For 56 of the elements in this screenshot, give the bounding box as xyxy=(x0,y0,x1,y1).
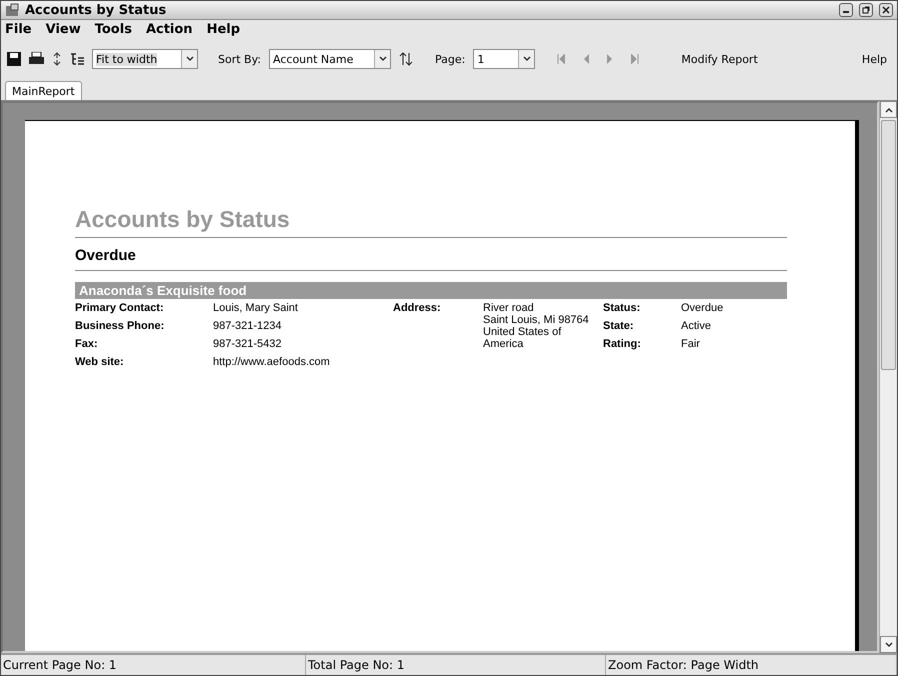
report-tab[interactable]: MainReport xyxy=(5,81,82,100)
field-value: 987-321-5432 xyxy=(213,338,283,352)
window-icon xyxy=(5,3,19,17)
field-label: Business Phone: xyxy=(75,320,166,334)
address-line: United States of America xyxy=(483,326,562,350)
sort-label: Sort By: xyxy=(218,52,262,66)
scroll-up-button[interactable] xyxy=(880,101,897,118)
field-value: Louis, Mary Saint xyxy=(213,302,299,316)
modify-report-button[interactable]: Modify Report xyxy=(677,50,762,68)
caret-down-icon xyxy=(884,642,892,648)
sort-icon[interactable] xyxy=(399,52,414,66)
field-label: Web site: xyxy=(75,356,125,370)
tree-icon[interactable] xyxy=(70,52,84,66)
caret-icon xyxy=(374,50,390,68)
restore-icon xyxy=(862,6,870,14)
scroll-down-button[interactable] xyxy=(880,636,897,653)
page-dropdown[interactable]: 1 xyxy=(473,49,536,69)
menu-item[interactable]: View xyxy=(46,22,81,36)
menu-item[interactable]: Action xyxy=(146,22,193,36)
help-button[interactable]: Help xyxy=(858,50,891,68)
field-label: Status: xyxy=(603,302,642,316)
field-label: Primary Contact: xyxy=(75,302,165,316)
field-label: Rating: xyxy=(603,338,642,352)
window-title: Accounts by Status xyxy=(25,2,168,18)
field-value: Overdue xyxy=(681,302,724,316)
menu-item[interactable]: File xyxy=(5,22,32,36)
field-value: Fair xyxy=(681,338,701,352)
print-icon[interactable] xyxy=(29,52,44,66)
field-value: http://www.aefoods.com xyxy=(213,356,331,370)
close-button[interactable] xyxy=(879,3,893,17)
field-label: Address: xyxy=(393,302,442,316)
close-icon xyxy=(882,6,890,14)
caret-up-icon xyxy=(884,106,892,112)
menu-item[interactable]: Help xyxy=(206,22,240,36)
sort-dropdown[interactable]: Account Name xyxy=(269,49,392,69)
address-line: Saint Louis, Mi 98764 xyxy=(483,314,590,326)
page-label: Page: xyxy=(435,52,466,66)
address-line: River road xyxy=(483,302,535,314)
minimize-button[interactable] xyxy=(839,3,853,17)
caret-icon xyxy=(181,50,197,68)
field-value: Active xyxy=(681,320,712,334)
caret-icon xyxy=(518,50,534,68)
menu-item[interactable]: Tools xyxy=(94,22,132,36)
scroll-thumb[interactable] xyxy=(881,120,896,370)
field-value: 987-321-1234 xyxy=(213,320,283,334)
field-label: State: xyxy=(603,320,635,334)
report-title: Accounts by Status xyxy=(75,206,787,238)
field-label: Fax: xyxy=(75,338,99,352)
status-text: Current Page No: 1 xyxy=(1,655,306,675)
group-heading: Overdue xyxy=(75,238,787,271)
status-text: Total Page No: 1 xyxy=(306,655,606,675)
status-text: Zoom Factor: Page Width xyxy=(606,655,897,675)
zoom-dropdown[interactable]: Fit to width xyxy=(92,49,198,69)
save-icon[interactable] xyxy=(7,52,21,66)
account-name-band: Anaconda´s Exquisite food xyxy=(75,282,787,299)
restore-button[interactable] xyxy=(859,3,873,17)
